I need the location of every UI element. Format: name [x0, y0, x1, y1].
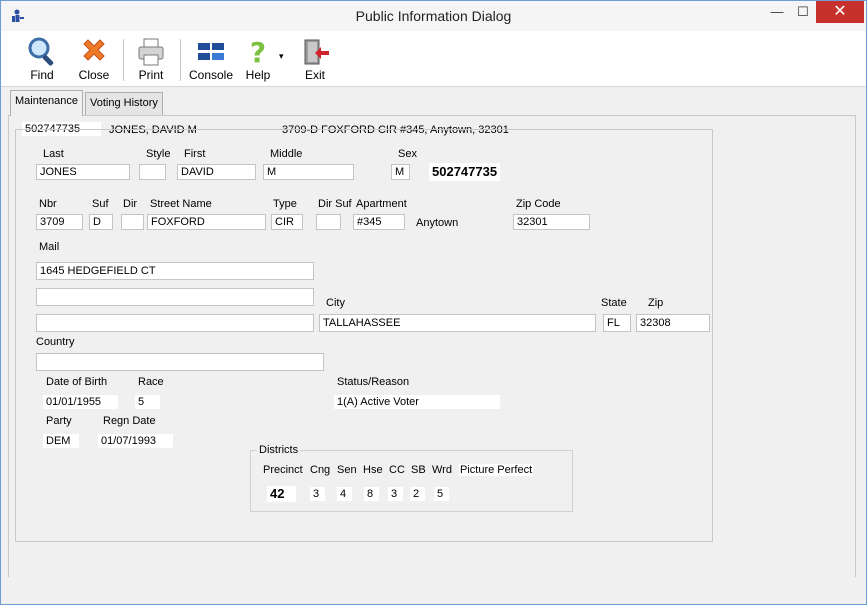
dir-suf-label: Dir Suf	[318, 198, 352, 210]
country-label: Country	[36, 336, 75, 348]
districts-label: Districts	[257, 444, 301, 456]
status-reason-field[interactable]: 1(A) Active Voter	[334, 395, 500, 409]
find-label: Find	[30, 68, 54, 82]
tab-voting-history[interactable]: Voting History	[85, 92, 163, 116]
mail-line3-field[interactable]	[36, 314, 314, 332]
party-field[interactable]: DEM	[43, 434, 79, 448]
wrd-label: Wrd	[432, 464, 452, 476]
sex-label: Sex	[398, 148, 417, 160]
title-bar: Public Information Dialog — ☐ ✕	[1, 1, 866, 31]
dir-suf-field[interactable]	[316, 214, 341, 230]
sb-value: 2	[410, 487, 425, 501]
style-field[interactable]	[139, 164, 166, 180]
apartment-field[interactable]: #345	[353, 214, 405, 230]
exit-label: Exit	[304, 68, 325, 82]
first-label: First	[184, 148, 206, 160]
first-name-field[interactable]: DAVID	[177, 164, 256, 180]
sen-value: 4	[337, 487, 352, 501]
tab-maintenance[interactable]: Maintenance	[10, 90, 83, 116]
cc-value: 3	[388, 487, 403, 501]
dob-field[interactable]: 01/01/1955	[43, 395, 118, 409]
mail-city-field[interactable]: TALLAHASSEE	[319, 314, 596, 332]
zip-label: Zip	[648, 297, 664, 309]
type-label: Type	[273, 198, 297, 210]
close-button[interactable]: Close	[71, 34, 117, 84]
suf-label: Suf	[92, 198, 109, 210]
help-label: Help	[245, 68, 271, 82]
toolbar: Find Close Print Console ? Help ▾ Exit	[1, 31, 866, 87]
race-label: Race	[138, 376, 164, 388]
hse-value: 8	[364, 487, 379, 501]
sen-label: Sen	[337, 464, 357, 476]
magnifier-icon	[26, 36, 58, 68]
dir-label: Dir	[123, 198, 138, 210]
help-button[interactable]: ? Help	[239, 34, 277, 84]
exit-button[interactable]: Exit	[293, 34, 337, 84]
country-field[interactable]	[36, 353, 324, 371]
precinct-value: 42	[267, 486, 296, 502]
mail-label: Mail	[39, 241, 60, 253]
question-mark-icon: ?	[242, 36, 274, 69]
districts-group	[250, 450, 573, 512]
mail-line1-field[interactable]: 1645 HEDGEFIELD CT	[36, 262, 314, 280]
help-dropdown-arrow-icon[interactable]: ▾	[279, 51, 284, 62]
minimize-button[interactable]: —	[764, 1, 790, 23]
city-label: City	[326, 297, 345, 309]
suffix-field[interactable]: D	[89, 214, 113, 230]
hse-label: Hse	[363, 464, 383, 476]
cng-value: 3	[310, 487, 325, 501]
wrd-value: 5	[434, 487, 449, 501]
apartment-label: Apartment	[356, 198, 407, 210]
cc-label: CC	[389, 464, 405, 476]
style-label: Style	[146, 148, 171, 160]
printer-icon	[135, 36, 167, 68]
direction-field[interactable]	[121, 214, 144, 230]
print-button[interactable]: Print	[128, 34, 174, 84]
sex-field[interactable]: M	[391, 164, 410, 180]
street-name-label: Street Name	[150, 198, 212, 210]
mail-zip-field[interactable]: 32308	[636, 314, 710, 332]
mail-state-field[interactable]: FL	[603, 314, 631, 332]
close-window-button[interactable]: ✕	[816, 1, 864, 23]
precinct-label: Precinct	[263, 464, 303, 476]
maximize-button[interactable]: ☐	[790, 1, 816, 23]
house-number-field[interactable]: 3709	[36, 214, 83, 230]
cng-label: Cng	[310, 464, 331, 476]
exit-door-icon	[299, 36, 331, 68]
last-label: Last	[43, 148, 64, 160]
zip-code-label: Zip Code	[516, 198, 561, 210]
street-name-field[interactable]: FOXFORD	[147, 214, 266, 230]
zip-code-field[interactable]: 32301	[513, 214, 590, 230]
red-x-icon	[78, 36, 110, 68]
sb-label: SB	[411, 464, 426, 476]
voter-id-display: 502747735	[429, 163, 500, 181]
middle-label: Middle	[270, 148, 303, 160]
find-button[interactable]: Find	[19, 34, 65, 84]
street-type-field[interactable]: CIR	[271, 214, 303, 230]
svg-text:?: ?	[250, 36, 266, 68]
middle-name-field[interactable]: M	[263, 164, 354, 180]
race-field[interactable]: 5	[135, 395, 160, 409]
print-label: Print	[138, 68, 164, 82]
console-icon	[195, 36, 227, 68]
regn-date-field[interactable]: 01/07/1993	[98, 434, 173, 448]
window: Public Information Dialog — ☐ ✕ Find Clo…	[0, 0, 867, 605]
nbr-label: Nbr	[39, 198, 57, 210]
status-strip	[2, 577, 865, 603]
dob-label: Date of Birth	[46, 376, 108, 388]
regn-date-label: Regn Date	[103, 415, 156, 427]
state-label: State	[601, 297, 627, 309]
console-label: Console	[188, 68, 234, 82]
close-label: Close	[78, 68, 110, 82]
last-name-field[interactable]: JONES	[36, 164, 130, 180]
toolbar-separator	[123, 39, 124, 81]
toolbar-separator	[180, 39, 181, 81]
console-button[interactable]: Console	[185, 34, 237, 84]
picture-perfect-label: Picture Perfect	[459, 464, 534, 476]
window-title: Public Information Dialog	[355, 8, 512, 24]
status-reason-label: Status/Reason	[337, 376, 410, 388]
city-name-text: Anytown	[416, 217, 459, 229]
party-label: Party	[46, 415, 72, 427]
mail-line2-field[interactable]	[36, 288, 314, 306]
